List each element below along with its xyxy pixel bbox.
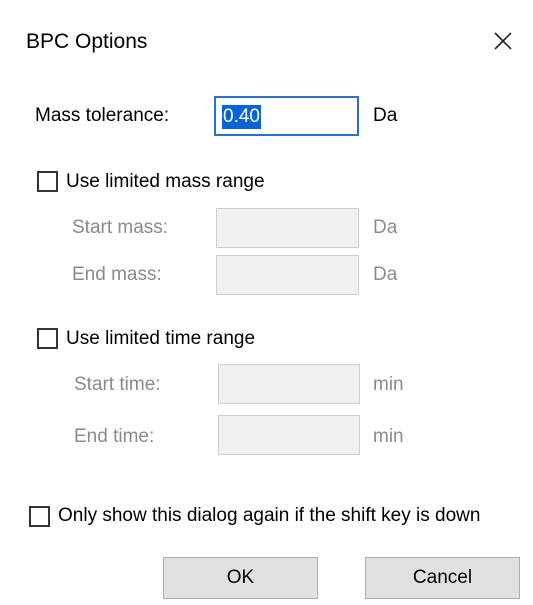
- use-limited-mass-range-checkbox[interactable]: [37, 171, 58, 192]
- mass-tolerance-value: 0.40: [222, 105, 261, 129]
- close-button[interactable]: [478, 18, 528, 64]
- end-mass-unit: Da: [373, 264, 398, 285]
- end-time-input[interactable]: [218, 415, 360, 455]
- cancel-button[interactable]: Cancel: [365, 557, 520, 599]
- mass-tolerance-input[interactable]: 0.40: [214, 96, 359, 136]
- end-mass-label: End mass:: [72, 264, 162, 285]
- shift-key-only-label[interactable]: Only show this dialog again if the shift…: [58, 504, 480, 528]
- use-limited-time-range-label[interactable]: Use limited time range: [66, 327, 255, 351]
- mass-tolerance-label: Mass tolerance:: [35, 105, 170, 126]
- end-time-label: End time:: [74, 426, 155, 447]
- start-time-label: Start time:: [74, 374, 161, 395]
- shift-key-only-checkbox[interactable]: [29, 506, 50, 527]
- close-x-icon: [494, 32, 512, 50]
- start-mass-input[interactable]: [216, 208, 359, 248]
- end-mass-input[interactable]: [216, 255, 359, 295]
- start-time-unit: min: [373, 374, 404, 395]
- start-time-input[interactable]: [218, 364, 360, 404]
- use-limited-mass-range-label[interactable]: Use limited mass range: [66, 170, 265, 194]
- title-bar: BPC Options: [0, 0, 533, 84]
- use-limited-time-range-checkbox[interactable]: [37, 328, 58, 349]
- bpc-options-dialog: BPC Options Mass tolerance: 0.40 Da Use …: [0, 0, 533, 605]
- start-mass-label: Start mass:: [72, 217, 169, 238]
- dialog-title: BPC Options: [26, 30, 148, 53]
- mass-tolerance-unit: Da: [373, 105, 398, 126]
- ok-button[interactable]: OK: [163, 557, 318, 599]
- start-mass-unit: Da: [373, 217, 398, 238]
- end-time-unit: min: [373, 426, 404, 447]
